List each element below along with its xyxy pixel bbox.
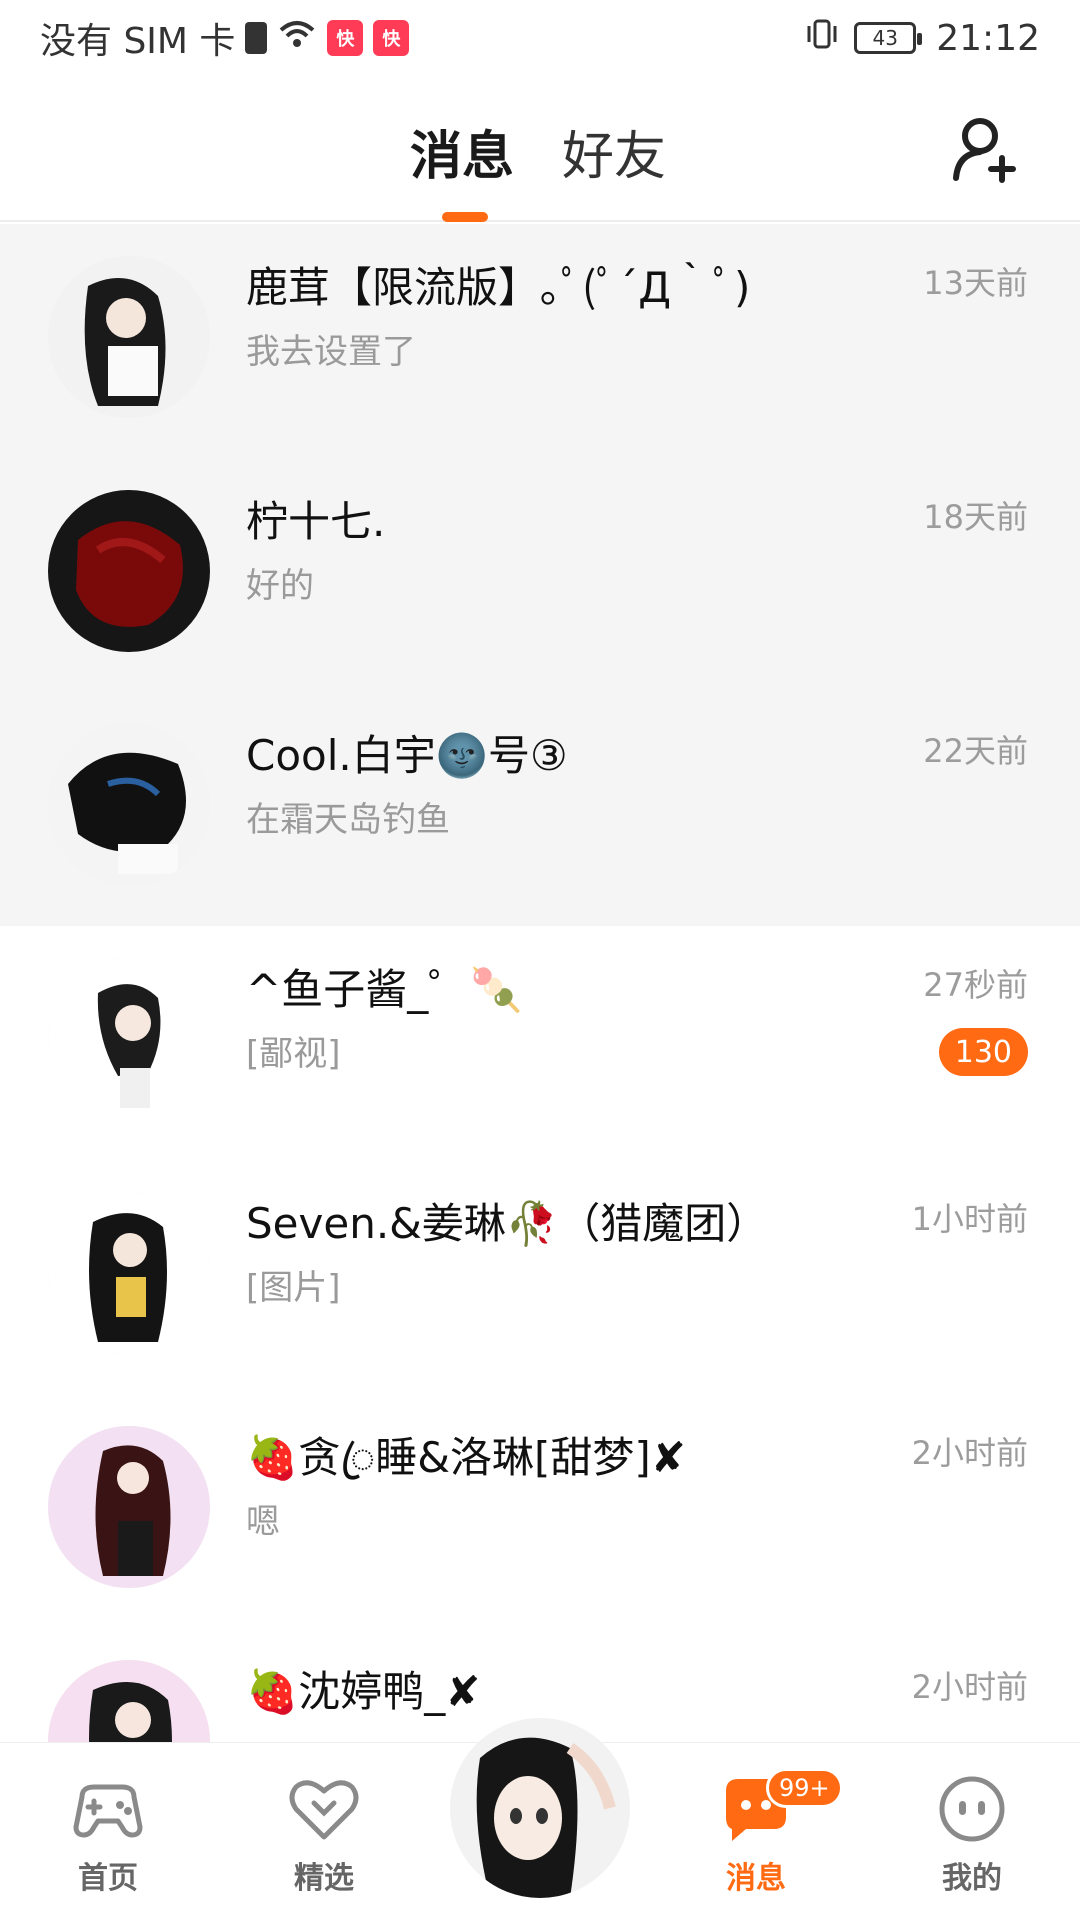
conversation-name: 🍓贪ꦿ睡&洛琳[甜梦]✘ bbox=[246, 1433, 686, 1482]
carrier-text: 没有 SIM 卡 bbox=[40, 21, 236, 62]
sim-alert-icon bbox=[245, 22, 268, 54]
conversation-name: 鹿茸【限流版】｡ﾟ(ﾟ´Д｀ﾟ) bbox=[246, 263, 751, 312]
nav-home-label: 首页 bbox=[78, 1861, 138, 1896]
conversation-time: 2小时前 bbox=[911, 1668, 1028, 1706]
avatar bbox=[48, 490, 210, 652]
conversation-item[interactable]: 柠十七. 好的 18天前 bbox=[0, 458, 1080, 692]
conversation-list: 鹿茸【限流版】｡ﾟ(ﾟ´Д｀ﾟ) 我去设置了 13天前 柠十七. 好的 18天前… bbox=[0, 224, 1080, 1862]
nav-messages-label: 消息 bbox=[726, 1861, 786, 1896]
tab-bar: 消息 好友 bbox=[410, 114, 666, 189]
nav-profile[interactable]: 我的 bbox=[902, 1769, 1042, 1897]
conversation-preview: [图片] bbox=[246, 1268, 341, 1308]
conversation-item[interactable]: Cool.白宇🌚号③ 在霜天岛钓鱼 22天前 bbox=[0, 692, 1080, 926]
conversation-name: 🍓沈婷鸭_✘ bbox=[246, 1667, 481, 1716]
conversation-time: 18天前 bbox=[923, 498, 1028, 536]
message-count-badge: 99+ bbox=[766, 1768, 843, 1808]
active-tab-indicator bbox=[442, 212, 488, 222]
wifi-icon bbox=[277, 18, 317, 59]
gamepad-icon bbox=[73, 1784, 143, 1838]
conversation-preview: 在霜天岛钓鱼 bbox=[246, 800, 450, 840]
conversation-item[interactable]: Seven.&姜琳🥀（猎魔团） [图片] 1小时前 bbox=[0, 1160, 1080, 1394]
nav-featured-label: 精选 bbox=[294, 1861, 354, 1896]
nav-home[interactable]: 首页 bbox=[38, 1769, 178, 1897]
nav-profile-label: 我的 bbox=[942, 1861, 1002, 1896]
conversation-item[interactable]: ^鱼子酱_゜🍡 [鄙视] 27秒前 130 bbox=[0, 926, 1080, 1160]
conversation-name: ^鱼子酱_゜🍡 bbox=[246, 965, 523, 1014]
conversation-name: 柠十七. bbox=[246, 497, 386, 546]
avatar bbox=[48, 256, 210, 418]
kuaishou-app-icon-2: 快 bbox=[373, 20, 410, 56]
nav-featured[interactable]: 精选 bbox=[254, 1769, 394, 1897]
unread-count-badge: 130 bbox=[938, 1028, 1028, 1076]
avatar bbox=[48, 958, 210, 1120]
conversation-preview: 我去设置了 bbox=[246, 332, 416, 372]
conversation-item[interactable]: 🍓贪ꦿ睡&洛琳[甜梦]✘ 嗯 2小时前 bbox=[0, 1394, 1080, 1628]
add-friend-icon bbox=[953, 118, 1016, 183]
face-icon bbox=[939, 1776, 1005, 1842]
clock-time: 21:12 bbox=[936, 17, 1040, 59]
conversation-time: 1小时前 bbox=[911, 1200, 1028, 1238]
center-profile-avatar[interactable] bbox=[450, 1718, 630, 1898]
battery-level: 43 bbox=[872, 26, 898, 50]
heart-icon bbox=[289, 1780, 359, 1840]
conversation-preview: [鄙视] bbox=[246, 1034, 341, 1074]
vibrate-icon bbox=[804, 16, 840, 61]
battery-icon: 43 bbox=[854, 22, 923, 54]
conversation-preview: 好的 bbox=[246, 566, 314, 606]
kuaishou-app-icon: 快 bbox=[327, 20, 364, 56]
top-header: 消息 好友 bbox=[0, 76, 1080, 222]
conversation-time: 2小时前 bbox=[911, 1434, 1028, 1472]
avatar bbox=[48, 1426, 210, 1588]
avatar bbox=[48, 1192, 210, 1354]
conversation-name: Seven.&姜琳🥀（猎魔团） bbox=[246, 1199, 769, 1248]
add-friend-button[interactable] bbox=[950, 114, 1020, 184]
avatar bbox=[48, 724, 210, 886]
conversation-preview: 嗯 bbox=[246, 1502, 280, 1542]
conversation-name: Cool.白宇🌚号③ bbox=[246, 731, 568, 780]
conversation-time: 22天前 bbox=[923, 732, 1028, 770]
status-bar: 没有 SIM 卡 快 快 43 21:12 bbox=[0, 0, 1080, 76]
conversation-time: 13天前 bbox=[923, 264, 1028, 302]
conversation-item[interactable]: 鹿茸【限流版】｡ﾟ(ﾟ´Д｀ﾟ) 我去设置了 13天前 bbox=[0, 224, 1080, 458]
tab-friends[interactable]: 好友 bbox=[562, 114, 666, 189]
conversation-time: 27秒前 bbox=[923, 966, 1028, 1004]
tab-messages[interactable]: 消息 bbox=[410, 114, 514, 189]
